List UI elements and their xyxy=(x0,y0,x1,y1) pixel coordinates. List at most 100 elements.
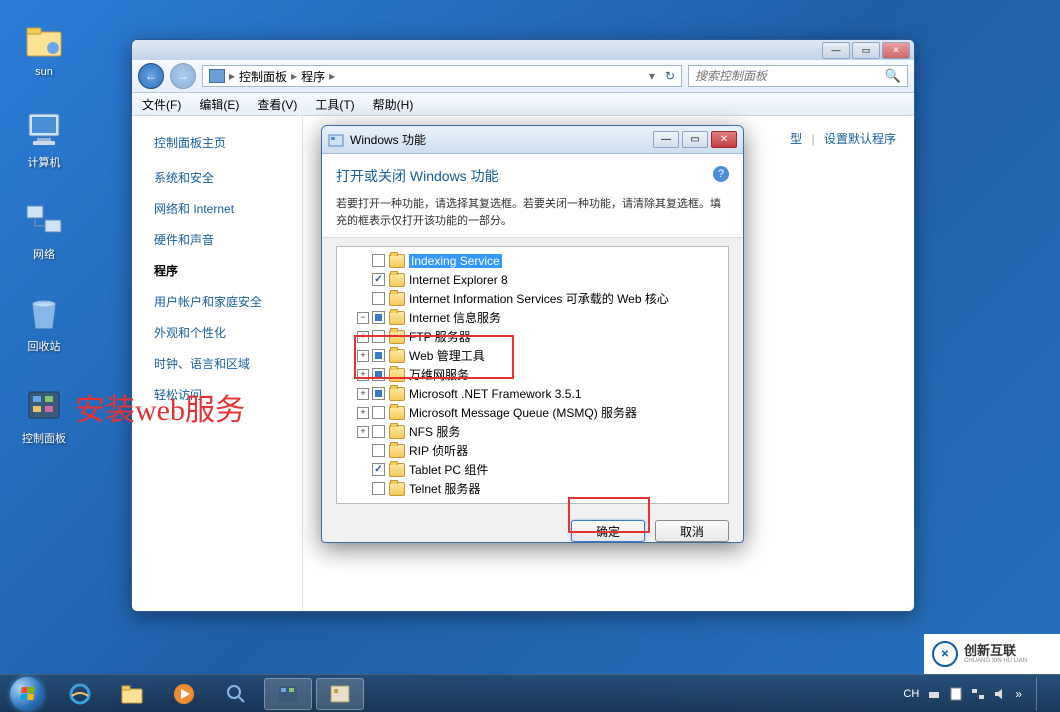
dialog-titlebar[interactable]: Windows 功能 — ▭ ✕ xyxy=(322,126,743,154)
ok-button[interactable]: 确定 xyxy=(571,520,645,542)
tray-action-icon[interactable] xyxy=(949,687,963,701)
expand-icon[interactable]: + xyxy=(357,350,369,362)
tree-item-label[interactable]: Web 管理工具 xyxy=(409,347,485,364)
checkbox[interactable] xyxy=(372,330,385,343)
tree-item[interactable]: Internet Explorer 8 xyxy=(339,270,726,289)
menu-tools[interactable]: 工具(T) xyxy=(315,96,354,113)
refresh-icon[interactable]: ↻ xyxy=(665,69,675,83)
sidebar-item[interactable]: 硬件和声音 xyxy=(154,231,298,248)
tree-item[interactable]: + NFS 服务 xyxy=(339,422,726,441)
sidebar-item[interactable]: 用户帐户和家庭安全 xyxy=(154,293,298,310)
tree-item-label[interactable]: Indexing Service xyxy=(409,254,502,268)
checkbox[interactable] xyxy=(372,254,385,267)
checkbox[interactable] xyxy=(372,349,385,362)
dialog-maximize-button[interactable]: ▭ xyxy=(682,131,708,148)
desktop-icon-computer[interactable]: 计算机 xyxy=(14,108,74,170)
sidebar-item[interactable]: 时钟、语言和区域 xyxy=(154,355,298,372)
taskbar-magnifier[interactable] xyxy=(212,678,260,710)
tree-item[interactable]: Indexing Service xyxy=(339,251,726,270)
start-button[interactable] xyxy=(6,677,48,711)
show-desktop-button[interactable] xyxy=(1036,677,1048,711)
tree-item-label[interactable]: NFS 服务 xyxy=(409,423,460,440)
tree-item[interactable]: + FTP 服务器 xyxy=(339,327,726,346)
sidebar-item[interactable]: 外观和个性化 xyxy=(154,324,298,341)
taskbar-media-player[interactable] xyxy=(160,678,208,710)
tree-item[interactable]: Tablet PC 组件 xyxy=(339,460,726,479)
checkbox[interactable] xyxy=(372,482,385,495)
back-button[interactable]: ← xyxy=(138,63,164,89)
desktop-icon-network[interactable]: 网络 xyxy=(14,200,74,262)
sidebar-item[interactable]: 网络和 Internet xyxy=(154,200,298,217)
link-a[interactable]: 型 xyxy=(790,132,802,146)
tree-item[interactable]: Internet Information Services 可承载的 Web 核… xyxy=(339,289,726,308)
tree-item-label[interactable]: Internet Explorer 8 xyxy=(409,273,508,287)
tree-item-label[interactable]: Internet Information Services 可承载的 Web 核… xyxy=(409,290,669,307)
checkbox[interactable] xyxy=(372,368,385,381)
checkbox[interactable] xyxy=(372,425,385,438)
link-b[interactable]: 设置默认程序 xyxy=(824,132,896,146)
taskbar-control-panel[interactable] xyxy=(264,678,312,710)
search-icon[interactable]: 🔍 xyxy=(885,68,901,84)
tree-item-label[interactable]: FTP 服务器 xyxy=(409,328,471,345)
cancel-button[interactable]: 取消 xyxy=(655,520,729,542)
tray-network-icon[interactable] xyxy=(971,687,985,701)
expand-icon[interactable]: + xyxy=(357,407,369,419)
taskbar-ie[interactable] xyxy=(56,678,104,710)
checkbox[interactable] xyxy=(372,444,385,457)
breadcrumb-dropdown-icon[interactable]: ▾ xyxy=(649,69,655,83)
expand-icon[interactable]: + xyxy=(357,369,369,381)
tree-item[interactable]: + 万维网服务 xyxy=(339,365,726,384)
desktop-icon-control-panel[interactable]: 控制面板 xyxy=(14,384,74,446)
tree-item-label[interactable]: Microsoft Message Queue (MSMQ) 服务器 xyxy=(409,404,637,421)
breadcrumb[interactable]: ▸ 控制面板 ▸ 程序 ▸ ▾ ↻ xyxy=(202,65,682,87)
tree-item[interactable]: Telnet 服务器 xyxy=(339,479,726,498)
forward-button[interactable]: → xyxy=(170,63,196,89)
menu-help[interactable]: 帮助(H) xyxy=(373,96,414,113)
maximize-button[interactable]: ▭ xyxy=(852,42,880,59)
tree-item[interactable]: + Microsoft Message Queue (MSMQ) 服务器 xyxy=(339,403,726,422)
window-titlebar[interactable]: — ▭ ✕ xyxy=(132,40,914,60)
checkbox[interactable] xyxy=(372,273,385,286)
tree-item-label[interactable]: RIP 侦听器 xyxy=(409,442,468,459)
sidebar-title[interactable]: 控制面板主页 xyxy=(154,134,298,151)
checkbox[interactable] xyxy=(372,387,385,400)
sidebar-item[interactable]: 系统和安全 xyxy=(154,169,298,186)
breadcrumb-sub[interactable]: 程序 xyxy=(301,68,325,85)
tray-chevron-icon[interactable]: » xyxy=(1015,687,1022,701)
tree-item-label[interactable]: Microsoft .NET Framework 3.5.1 xyxy=(409,387,582,401)
menu-file[interactable]: 文件(F) xyxy=(142,96,181,113)
tree-item[interactable]: RIP 侦听器 xyxy=(339,441,726,460)
search-input[interactable] xyxy=(695,69,885,83)
checkbox[interactable] xyxy=(372,311,385,324)
lang-indicator[interactable]: CH xyxy=(903,688,919,700)
desktop-icon-recycle[interactable]: 回收站 xyxy=(14,292,74,354)
dialog-close-button[interactable]: ✕ xyxy=(711,131,737,148)
tree-item-label[interactable]: Tablet PC 组件 xyxy=(409,461,488,478)
menu-view[interactable]: 查看(V) xyxy=(257,96,297,113)
expand-icon[interactable]: + xyxy=(357,388,369,400)
taskbar-windows-features[interactable] xyxy=(316,678,364,710)
expand-icon[interactable]: + xyxy=(357,426,369,438)
checkbox[interactable] xyxy=(372,463,385,476)
dialog-minimize-button[interactable]: — xyxy=(653,131,679,148)
tree-item-label[interactable]: 万维网服务 xyxy=(409,366,469,383)
menu-edit[interactable]: 编辑(E) xyxy=(199,96,239,113)
tray-printer-icon[interactable] xyxy=(927,687,941,701)
checkbox[interactable] xyxy=(372,292,385,305)
search-box[interactable]: 🔍 xyxy=(688,65,908,87)
minimize-button[interactable]: — xyxy=(822,42,850,59)
expand-icon[interactable]: + xyxy=(357,331,369,343)
close-button[interactable]: ✕ xyxy=(882,42,910,59)
breadcrumb-root[interactable]: 控制面板 xyxy=(239,68,287,85)
tree-item[interactable]: + Microsoft .NET Framework 3.5.1 xyxy=(339,384,726,403)
tree-item-label[interactable]: Telnet 服务器 xyxy=(409,480,480,497)
desktop-icon-sun[interactable]: sun xyxy=(14,20,74,78)
taskbar-explorer[interactable] xyxy=(108,678,156,710)
collapse-icon[interactable]: − xyxy=(357,312,369,324)
checkbox[interactable] xyxy=(372,406,385,419)
tray-volume-icon[interactable] xyxy=(993,687,1007,701)
tree-item-label[interactable]: Internet 信息服务 xyxy=(409,309,501,326)
help-icon[interactable]: ? xyxy=(713,166,729,182)
tree-item[interactable]: − Internet 信息服务 xyxy=(339,308,726,327)
tree-item[interactable]: + Web 管理工具 xyxy=(339,346,726,365)
